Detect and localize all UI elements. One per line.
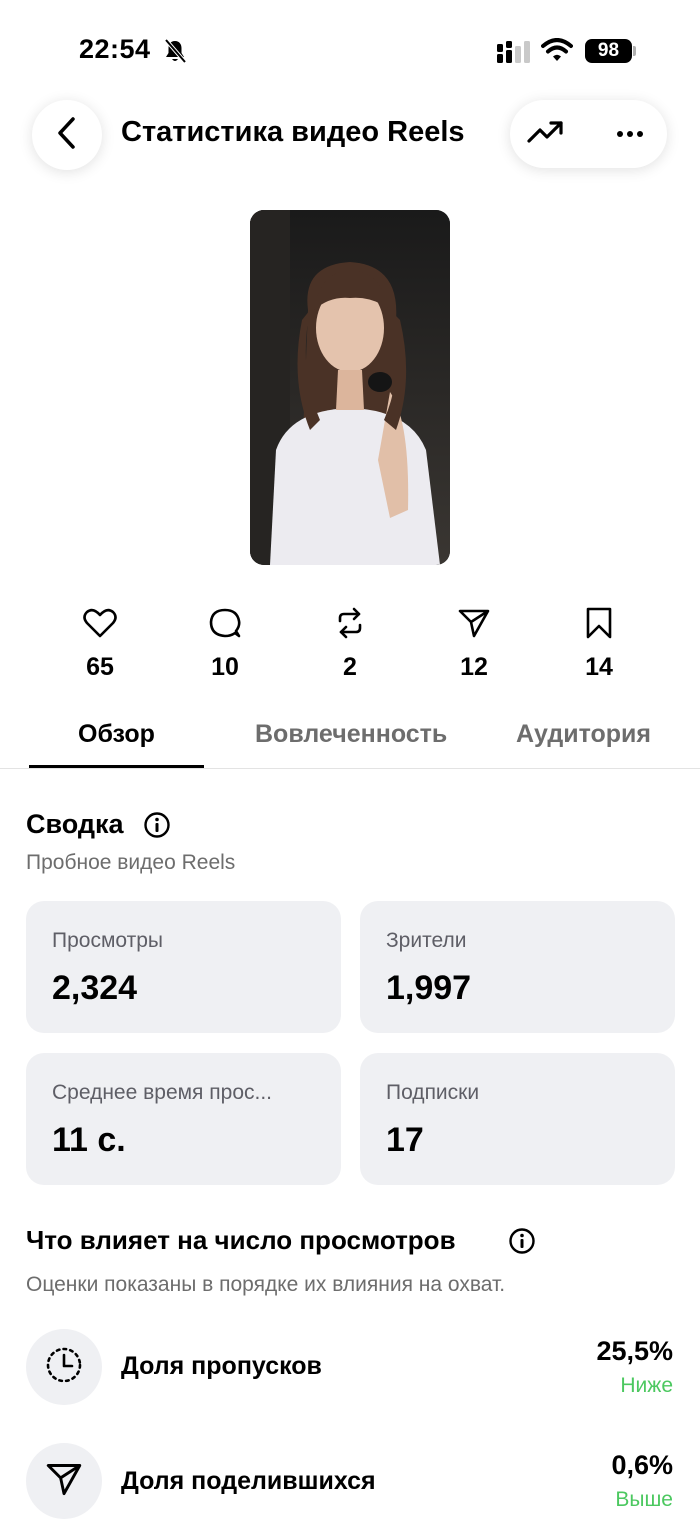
battery-indicator: 98	[585, 39, 632, 63]
wifi-icon	[541, 38, 573, 67]
saves-metric: 14	[559, 605, 639, 682]
more-icon	[616, 125, 644, 143]
tab-engagement[interactable]: Вовлеченность	[255, 720, 447, 749]
skip-rate-icon	[44, 1345, 84, 1390]
battery-tip	[633, 46, 636, 56]
viewers-label: Зрители	[386, 929, 467, 952]
tab-audience[interactable]: Аудитория	[516, 720, 651, 749]
cellular-signal-icon	[497, 41, 533, 68]
shares-count: 12	[460, 653, 488, 681]
factors-title: Что влияет на число просмотров	[26, 1225, 456, 1255]
tab-overview[interactable]: Обзор	[78, 720, 155, 749]
share-rate-icon-wrap	[26, 1443, 102, 1519]
avg-watch-time-card[interactable]: Среднее время прос... 11 с.	[26, 1053, 341, 1185]
share-rate-label: Доля поделившихся	[121, 1467, 376, 1495]
skip-rate-label: Доля пропусков	[121, 1352, 322, 1380]
summary-subtitle: Пробное видео Reels	[26, 851, 236, 874]
back-button[interactable]	[32, 100, 102, 170]
factors-subtitle: Оценки показаны в порядке их влияния на …	[26, 1273, 506, 1296]
likes-count: 65	[86, 653, 114, 681]
summary-title: Сводка	[26, 809, 124, 839]
more-options-button[interactable]	[608, 114, 652, 154]
share-rate-status: Выше	[615, 1488, 673, 1511]
avg-watch-time-label: Среднее время прос...	[52, 1081, 272, 1104]
skip-rate-value: 25,5%	[596, 1336, 673, 1366]
active-tab-indicator	[29, 765, 204, 768]
views-label: Просмотры	[52, 929, 163, 952]
header-actions	[510, 100, 667, 168]
page-title: Статистика видео Reels	[121, 116, 465, 148]
trending-up-icon	[527, 120, 565, 149]
follows-label: Подписки	[386, 1081, 480, 1104]
trend-button[interactable]	[524, 114, 568, 154]
reposts-metric: 2	[310, 605, 390, 682]
header: Статистика видео Reels	[0, 96, 700, 176]
follows-value: 17	[386, 1121, 424, 1159]
share-icon	[458, 608, 490, 643]
share-icon	[46, 1462, 82, 1501]
summary-info-icon[interactable]	[143, 811, 171, 844]
comment-icon	[209, 607, 241, 644]
views-card[interactable]: Просмотры 2,324	[26, 901, 341, 1033]
likes-metric: 65	[60, 605, 140, 682]
status-time: 22:54	[79, 34, 151, 64]
repost-icon	[335, 607, 365, 644]
video-thumbnail[interactable]	[250, 210, 450, 565]
bell-off-icon	[163, 38, 187, 69]
status-bar: 22:54 98	[0, 0, 700, 100]
share-rate-value: 0,6%	[611, 1450, 673, 1480]
shares-metric: 12	[434, 605, 514, 682]
comments-count: 10	[211, 653, 239, 681]
follows-card[interactable]: Подписки 17	[360, 1053, 675, 1185]
chevron-left-icon	[56, 116, 78, 155]
tab-bar: Обзор Вовлеченность Аудитория	[0, 710, 700, 769]
views-value: 2,324	[52, 969, 138, 1007]
comments-metric: 10	[185, 605, 265, 682]
factors-info-icon[interactable]	[508, 1227, 536, 1260]
heart-icon	[83, 608, 117, 643]
bookmark-icon	[585, 607, 613, 644]
saves-count: 14	[585, 653, 613, 681]
avg-watch-time-value: 11 с.	[52, 1121, 126, 1159]
skip-rate-status: Ниже	[620, 1374, 673, 1397]
viewers-card[interactable]: Зрители 1,997	[360, 901, 675, 1033]
viewers-value: 1,997	[386, 969, 472, 1007]
skip-rate-icon-wrap	[26, 1329, 102, 1405]
reposts-count: 2	[343, 653, 357, 681]
